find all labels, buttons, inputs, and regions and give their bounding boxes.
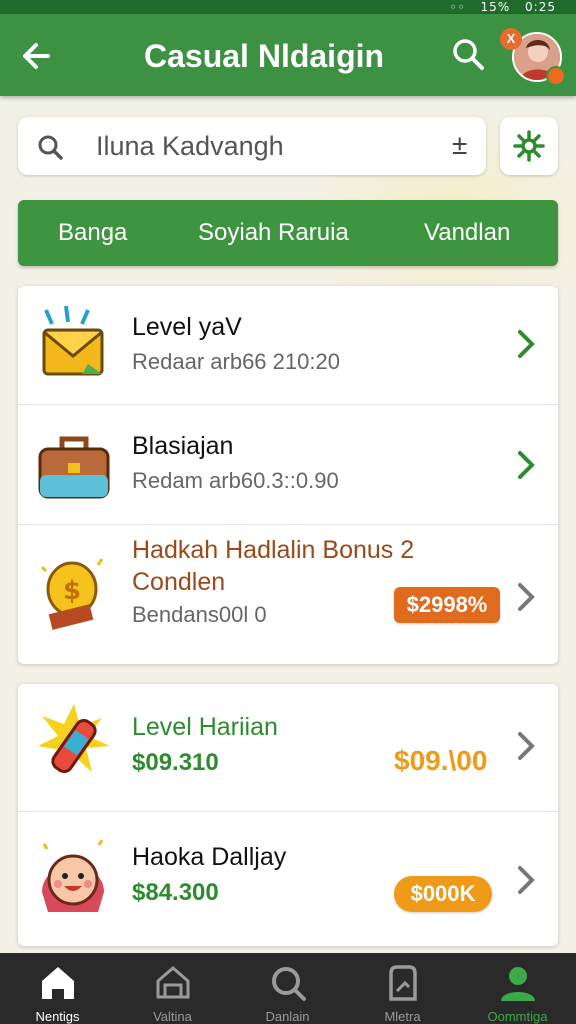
tab-soyiah-raruia[interactable]: Soyiah Raruia xyxy=(198,200,349,266)
search-icon[interactable] xyxy=(450,36,486,72)
list-item[interactable]: Level Hariian $09.310 $09.\00 xyxy=(18,684,558,812)
nav-item-home[interactable]: Nentigs xyxy=(0,953,115,1024)
app-bar: Casual Nldaigin xyxy=(0,14,576,96)
list-item[interactable]: Level yaV Redaar arb66 210:20 xyxy=(18,286,558,405)
list-item[interactable]: $ Hadkah Hadlalin Bonus 2 Condlen Bendan… xyxy=(18,525,558,664)
tab-banga[interactable]: Banga xyxy=(58,200,127,266)
svg-text:$: $ xyxy=(63,576,81,606)
chevron-right-icon xyxy=(514,577,538,617)
tab-vandlan[interactable]: Vandlan xyxy=(424,200,510,266)
briefcase-icon xyxy=(36,427,112,507)
search-action-button[interactable]: ± xyxy=(452,129,467,161)
nav-item-profile[interactable]: Oommtiga xyxy=(460,953,575,1024)
gear-icon xyxy=(513,130,545,162)
item-subtitle: Redam arb60.3::0.90 xyxy=(132,468,339,493)
filter-button[interactable] xyxy=(500,117,558,175)
clock: 0:25 xyxy=(525,0,556,14)
item-value: $09.310 xyxy=(132,749,219,776)
reward-amount: $09.\00 xyxy=(394,745,488,776)
item-title: Hadkah Hadlalin Bonus 2 xyxy=(132,536,415,564)
nav-item-document[interactable]: Mletra xyxy=(345,953,460,1024)
chevron-right-icon xyxy=(514,324,538,364)
document-icon xyxy=(389,965,417,1001)
battery-level: 15% xyxy=(480,0,511,14)
item-title: Level Hariian xyxy=(132,713,278,741)
item-title: Haoka Dalljay xyxy=(132,843,287,871)
chevron-right-icon xyxy=(514,445,538,485)
notification-badge[interactable]: X xyxy=(500,28,522,50)
back-arrow-icon[interactable] xyxy=(18,36,58,76)
chevron-right-icon xyxy=(514,860,538,900)
search-input[interactable]: Iluna Kadvangh xyxy=(96,131,284,161)
money-bag-icon: $ xyxy=(36,549,112,630)
search-bar[interactable]: Iluna Kadvangh ± xyxy=(18,117,486,175)
rewards-card-2: Level Hariian $09.310 $09.\00 Haoka Dall… xyxy=(18,684,558,946)
list-item[interactable]: Blasiajan Redam arb60.3::0.90 xyxy=(18,405,558,525)
bottom-navigation: Nentigs Valtina Danlain Mletra Oommtiga xyxy=(0,953,576,1024)
item-title: Level yaV xyxy=(132,313,242,341)
search-icon xyxy=(36,133,64,161)
status-dot xyxy=(546,66,566,86)
rewards-card-1: Level yaV Redaar arb66 210:20 Blasiajan … xyxy=(18,286,558,664)
nav-label: Valtina xyxy=(153,1009,192,1024)
nav-label: Oommtiga xyxy=(487,1009,548,1024)
wifi-icon: ◦◦ xyxy=(449,0,466,14)
page-title: Casual Nldaigin xyxy=(144,38,385,74)
item-subtitle: Redaar arb66 210:20 xyxy=(132,349,340,374)
nav-label: Nentigs xyxy=(35,1009,80,1024)
home-icon xyxy=(42,967,74,999)
chevron-right-icon xyxy=(514,726,538,766)
nav-label: Danlain xyxy=(265,1009,310,1024)
category-tabs: Banga Soyiah Raruia Vandlan xyxy=(18,200,558,266)
firecracker-icon xyxy=(36,704,112,784)
item-title-line2: Condlen xyxy=(132,568,226,596)
reward-badge: $000K xyxy=(394,876,492,912)
envelope-icon xyxy=(36,304,112,384)
list-item[interactable]: Haoka Dalljay $84.300 $000K xyxy=(18,812,558,946)
nav-item-search[interactable]: Danlain xyxy=(230,953,345,1024)
item-subtitle: Bendans00l 0 xyxy=(132,602,267,627)
status-bar: ◦◦ 15% 0:25 xyxy=(0,0,576,14)
search-icon xyxy=(272,967,306,1001)
nav-item-store[interactable]: Valtina xyxy=(115,953,230,1024)
character-face-icon xyxy=(36,832,112,912)
store-icon xyxy=(156,966,190,999)
item-title: Blasiajan xyxy=(132,432,234,460)
nav-label: Mletra xyxy=(384,1009,421,1024)
person-icon xyxy=(501,967,535,1001)
item-value: $84.300 xyxy=(132,879,219,906)
bonus-badge: $2998% xyxy=(394,587,500,623)
